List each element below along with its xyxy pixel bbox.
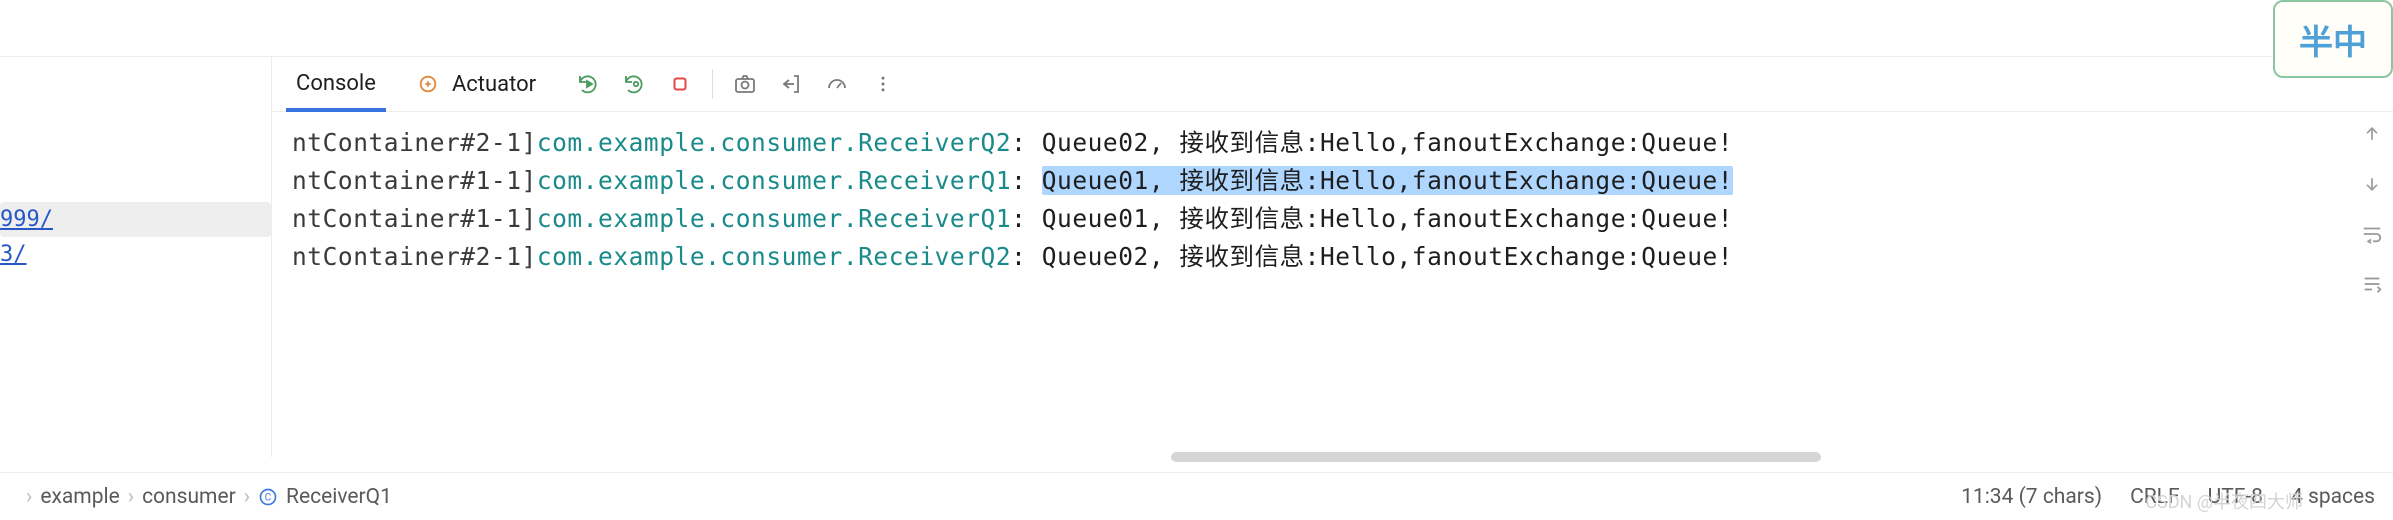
tab-actuator-label: Actuator: [452, 72, 536, 97]
scroll-up-icon[interactable]: [2358, 120, 2386, 148]
class-label: com.example.consumer.ReceiverQ2: [537, 124, 1011, 162]
svg-text:C: C: [265, 492, 272, 503]
class-label: com.example.consumer.ReceiverQ2: [537, 238, 1011, 276]
thread-label: ntContainer#2-1]: [292, 124, 537, 162]
exit-icon[interactable]: [777, 70, 805, 98]
sidebar-link-1[interactable]: 3/: [0, 237, 271, 272]
chevron-right-icon: ›: [18, 485, 40, 509]
breadcrumb-example[interactable]: example: [40, 485, 119, 509]
console-output[interactable]: ntContainer#2-1] com.example.consumer.Re…: [272, 112, 2393, 276]
sidebar-link-0[interactable]: 999/: [0, 202, 271, 237]
thread-label: ntContainer#1-1]: [292, 162, 537, 200]
actuator-icon: [414, 70, 442, 98]
log-line: ntContainer#2-1] com.example.consumer.Re…: [272, 238, 2393, 276]
scroll-down-icon[interactable]: [2358, 170, 2386, 198]
class-label: com.example.consumer.ReceiverQ1: [537, 162, 1011, 200]
cursor-position[interactable]: 11:34 (7 chars): [1961, 485, 2102, 509]
log-line: ntContainer#1-1] com.example.consumer.Re…: [272, 162, 2393, 200]
scroll-to-end-icon[interactable]: [2358, 270, 2386, 298]
log-msg: Queue01, 接收到信息:Hello,fanoutExchange:Queu…: [1042, 204, 1733, 233]
log-msg: Queue02, 接收到信息:Hello,fanoutExchange:Queu…: [1042, 128, 1733, 157]
breadcrumb-receiver[interactable]: C ReceiverQ1: [258, 485, 392, 509]
chevron-right-icon: ›: [120, 485, 142, 509]
screenshot-icon[interactable]: [731, 70, 759, 98]
chevron-right-icon: ›: [236, 485, 258, 509]
horizontal-scrollbar[interactable]: [280, 450, 2351, 464]
status-bar: › example › consumer › C ReceiverQ1 11:3…: [0, 472, 2393, 520]
log-line: ntContainer#1-1] com.example.consumer.Re…: [272, 200, 2393, 238]
watermark-text: CSDN @半夜四大师: [2145, 488, 2303, 514]
class-label: com.example.consumer.ReceiverQ1: [537, 200, 1011, 238]
breadcrumb-consumer[interactable]: consumer: [142, 485, 236, 509]
left-sidebar: 999/ 3/: [0, 57, 272, 457]
gauge-icon[interactable]: [823, 70, 851, 98]
top-bar: [0, 0, 2393, 57]
class-icon: C: [258, 487, 278, 507]
rerun-alt-icon[interactable]: [620, 70, 648, 98]
log-line: ntContainer#2-1] com.example.consumer.Re…: [272, 124, 2393, 162]
more-icon[interactable]: [869, 70, 897, 98]
right-gutter: [2351, 120, 2393, 298]
scrollbar-thumb[interactable]: [1171, 452, 1821, 462]
stop-icon[interactable]: [666, 70, 694, 98]
log-msg: Queue02, 接收到信息:Hello,fanoutExchange:Queu…: [1042, 242, 1733, 271]
toolbar-divider: [712, 69, 713, 99]
thread-label: ntContainer#2-1]: [292, 238, 537, 276]
tabs-bar: Console Actuator: [272, 57, 2393, 112]
tab-actuator[interactable]: Actuator: [404, 57, 546, 111]
log-msg-highlighted: Queue01, 接收到信息:Hello,fanoutExchange:Queu…: [1042, 166, 1733, 195]
rerun-icon[interactable]: [574, 70, 602, 98]
badge-text: 半中: [2299, 15, 2367, 64]
tab-console-label: Console: [296, 71, 376, 96]
decorative-badge: 半中: [2273, 0, 2393, 78]
tab-console[interactable]: Console: [286, 58, 386, 112]
soft-wrap-icon[interactable]: [2358, 220, 2386, 248]
thread-label: ntContainer#1-1]: [292, 200, 537, 238]
indent-setting[interactable]: 4 spaces: [2291, 485, 2375, 509]
